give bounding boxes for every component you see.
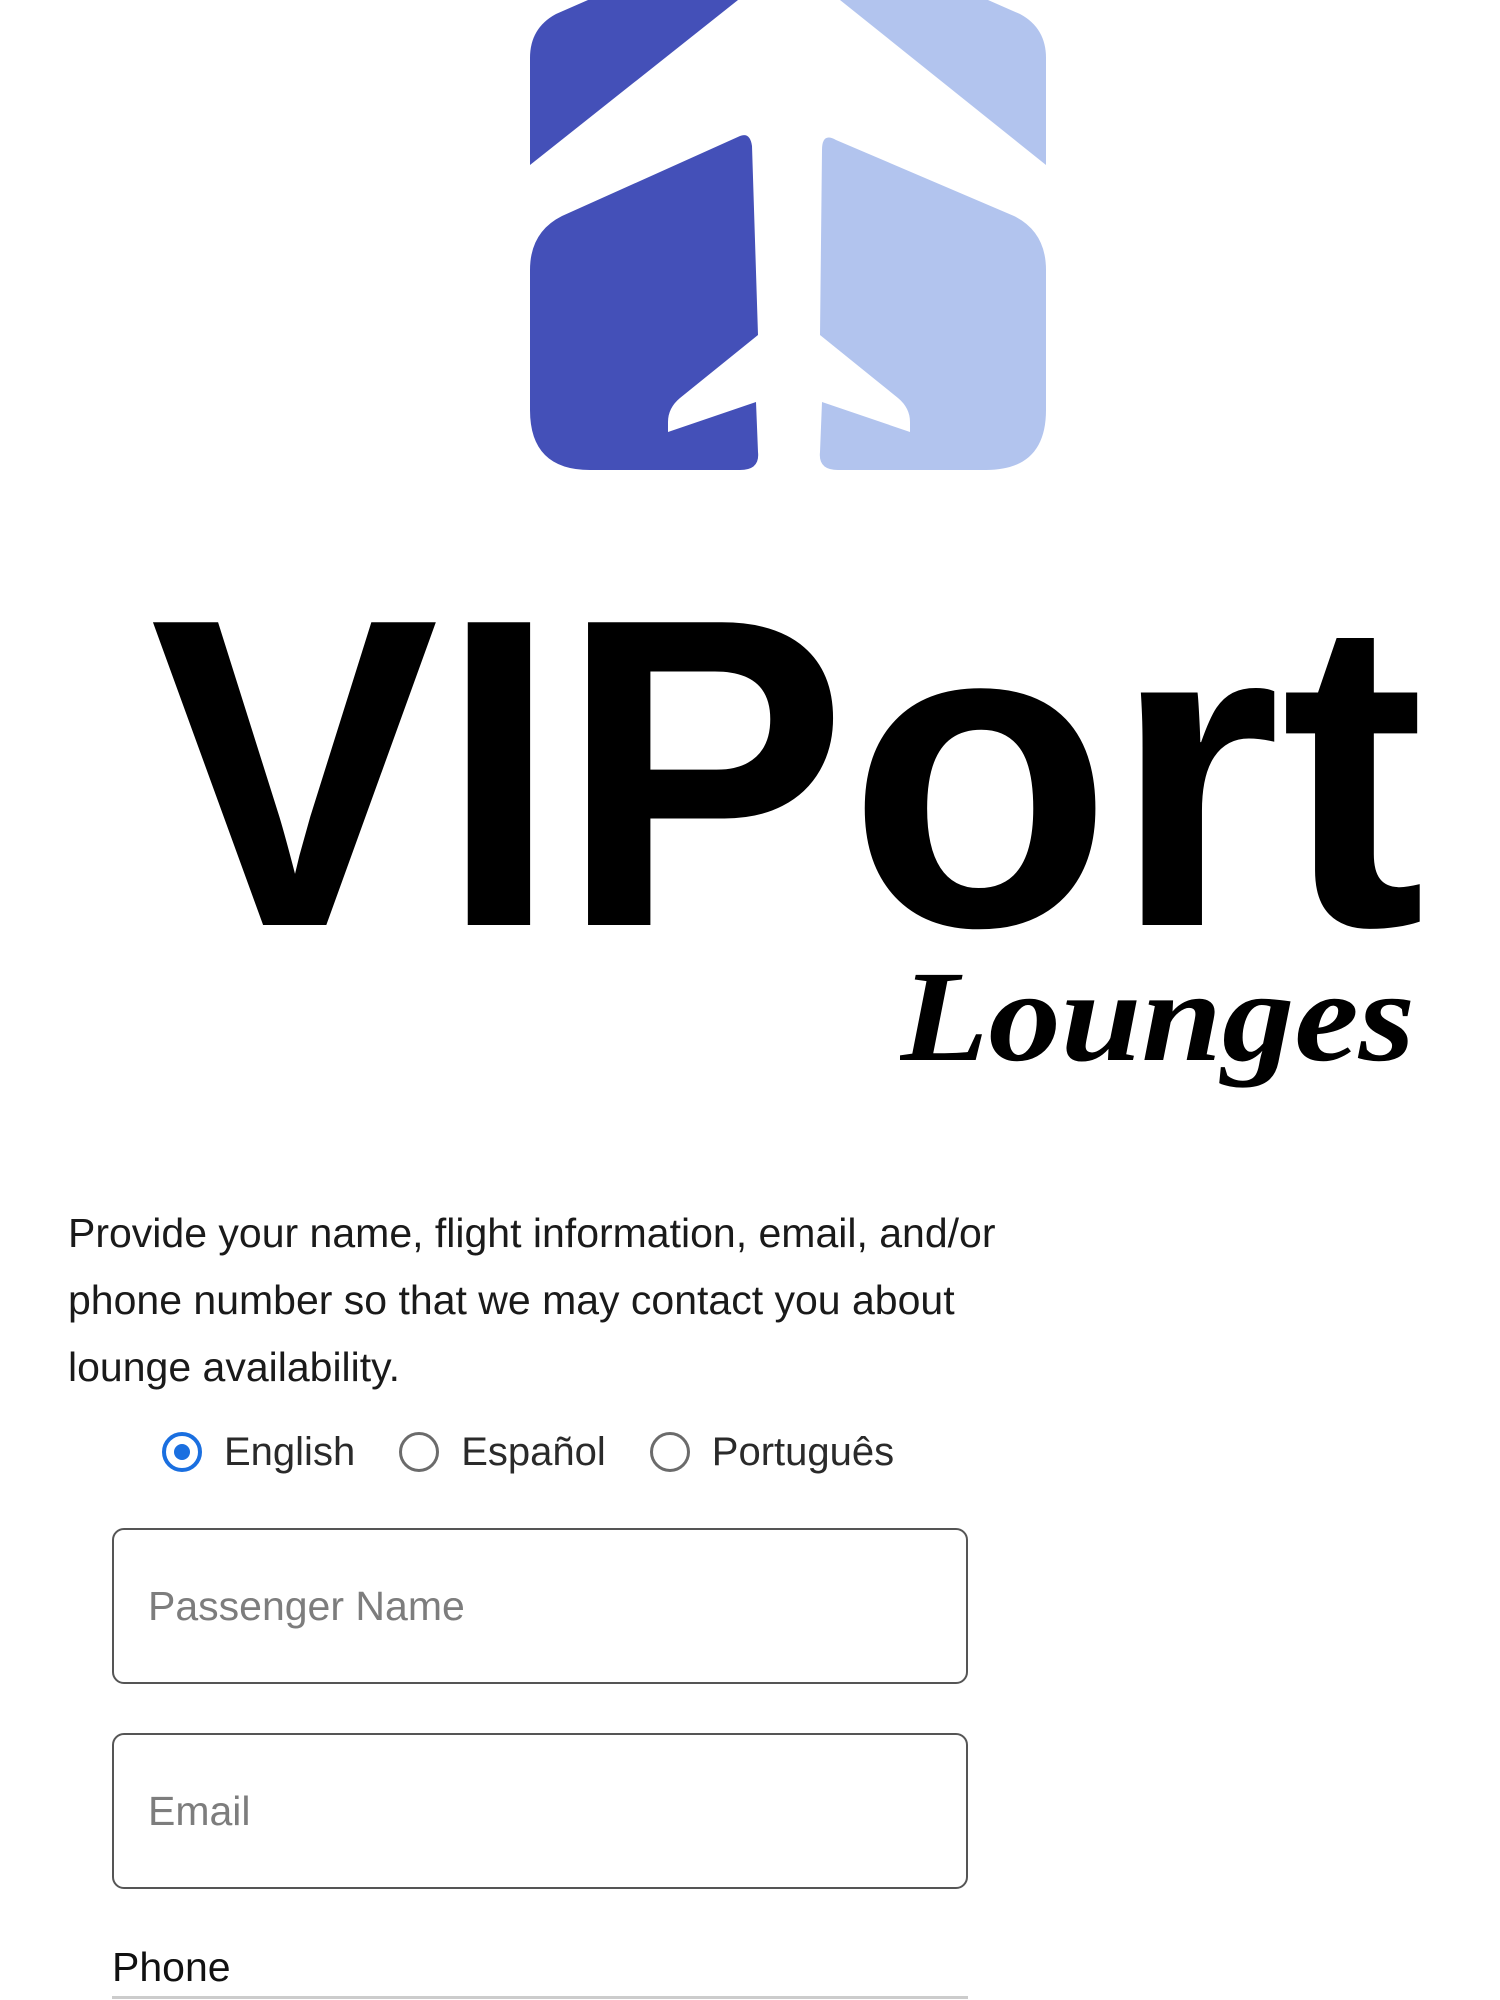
language-label-portugues: Português	[711, 1429, 895, 1474]
brand-wordmark-text: VIPort	[150, 590, 1425, 950]
language-label-english: English	[224, 1429, 356, 1474]
airplane-house-icon	[530, 0, 1046, 470]
intro-text: Provide your name, flight information, e…	[68, 1210, 996, 1390]
language-selector: English Español Português	[162, 1422, 938, 1482]
language-option-english[interactable]: English	[162, 1430, 355, 1475]
phone-input-top-border[interactable]	[112, 1996, 968, 1999]
language-label-espanol: Español	[461, 1429, 606, 1474]
passenger-name-input[interactable]	[112, 1528, 968, 1684]
brand-wordmark: VIPort	[150, 590, 1425, 950]
phone-label: Phone	[112, 1944, 231, 1990]
language-option-portugues[interactable]: Português	[649, 1429, 895, 1475]
email-input[interactable]	[112, 1733, 968, 1889]
radio-english[interactable]	[162, 1432, 202, 1472]
brand-subtitle-text: Lounges	[900, 950, 1415, 1089]
radio-espanol[interactable]	[399, 1432, 440, 1472]
radio-portugues[interactable]	[649, 1432, 690, 1472]
brand-subtitle: Lounges	[900, 950, 1415, 1089]
language-option-espanol[interactable]: Español	[399, 1430, 606, 1475]
